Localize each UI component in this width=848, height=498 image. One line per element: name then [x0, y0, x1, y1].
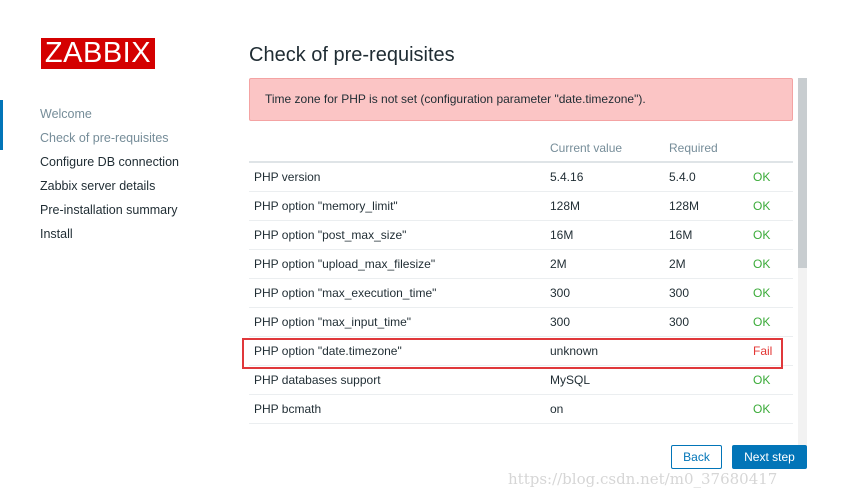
required-value [664, 394, 748, 424]
required-value: 5.4.0 [664, 162, 748, 192]
prerequisites-table: Current value Required PHP version 5.4.1… [249, 134, 793, 424]
installer-page: ZABBIX Welcome Check of pre-requisites C… [0, 0, 848, 498]
table-row: PHP option "upload_max_filesize" 2M 2M O… [249, 249, 793, 279]
status-ok: OK [748, 307, 793, 337]
required-value [664, 336, 748, 366]
column-header-required: Required [664, 134, 748, 163]
table-row: PHP option "post_max_size" 16M 16M OK [249, 220, 793, 250]
current-value: MySQL [545, 365, 664, 395]
current-value: 300 [545, 278, 664, 308]
requirement-name: PHP bcmath [249, 394, 545, 424]
status-ok: OK [748, 278, 793, 308]
step-welcome: Welcome [40, 107, 92, 121]
requirement-name: PHP option "memory_limit" [249, 191, 545, 221]
column-header-status [748, 134, 793, 163]
status-ok: OK [748, 220, 793, 250]
table-row: PHP option "max_input_time" 300 300 OK [249, 307, 793, 337]
step-server-details: Zabbix server details [40, 179, 156, 193]
current-value: 300 [545, 307, 664, 337]
current-value: on [545, 394, 664, 424]
status-ok: OK [748, 191, 793, 221]
table-header-row: Current value Required [249, 134, 793, 163]
requirement-name: PHP version [249, 162, 545, 192]
required-value: 300 [664, 307, 748, 337]
current-value: 2M [545, 249, 664, 279]
status-ok: OK [748, 162, 793, 192]
table-row: PHP option "memory_limit" 128M 128M OK [249, 191, 793, 221]
requirement-name: PHP option "max_execution_time" [249, 278, 545, 308]
table-row: PHP databases support MySQL OK [249, 365, 793, 395]
status-fail: Fail [748, 336, 793, 366]
next-step-button[interactable]: Next step [732, 445, 807, 469]
column-header-name [249, 134, 545, 163]
required-value: 128M [664, 191, 748, 221]
watermark-url: https://blog.csdn.net/m0_37680417 [508, 470, 778, 488]
current-value: unknown [545, 336, 664, 366]
step-configure-db: Configure DB connection [40, 155, 179, 169]
table-row: PHP bcmath on OK [249, 394, 793, 424]
setup-steps-list: Welcome Check of pre-requisites Configur… [0, 100, 230, 250]
status-ok: OK [748, 394, 793, 424]
current-value: 16M [545, 220, 664, 250]
scrollbar-thumb[interactable] [798, 78, 807, 268]
zabbix-logo: ZABBIX [41, 38, 155, 69]
current-value: 5.4.16 [545, 162, 664, 192]
step-install: Install [40, 227, 73, 241]
required-value [664, 365, 748, 395]
current-value: 128M [545, 191, 664, 221]
back-button[interactable]: Back [671, 445, 722, 469]
page-title: Check of pre-requisites [249, 44, 455, 66]
step-check-prerequisites: Check of pre-requisites [40, 131, 169, 145]
timezone-error-message: Time zone for PHP is not set (configurat… [249, 78, 793, 121]
requirement-name: PHP option "post_max_size" [249, 220, 545, 250]
table-row-failed: PHP option "date.timezone" unknown Fail [249, 336, 793, 366]
table-row: PHP version 5.4.16 5.4.0 OK [249, 162, 793, 192]
required-value: 300 [664, 278, 748, 308]
column-header-current-value: Current value [545, 134, 664, 163]
step-pre-install-summary: Pre-installation summary [40, 203, 178, 217]
table-row: PHP option "max_execution_time" 300 300 … [249, 278, 793, 308]
setup-steps-sidebar: Welcome Check of pre-requisites Configur… [0, 100, 230, 250]
status-ok: OK [748, 365, 793, 395]
main-content: Check of pre-requisites Time zone for PH… [249, 42, 809, 466]
content-scrollbar[interactable] [798, 78, 807, 466]
status-ok: OK [748, 249, 793, 279]
requirement-name: PHP option "date.timezone" [249, 336, 545, 366]
active-step-marker [0, 100, 3, 150]
requirement-name: PHP databases support [249, 365, 545, 395]
requirement-name: PHP option "upload_max_filesize" [249, 249, 545, 279]
required-value: 2M [664, 249, 748, 279]
required-value: 16M [664, 220, 748, 250]
requirement-name: PHP option "max_input_time" [249, 307, 545, 337]
